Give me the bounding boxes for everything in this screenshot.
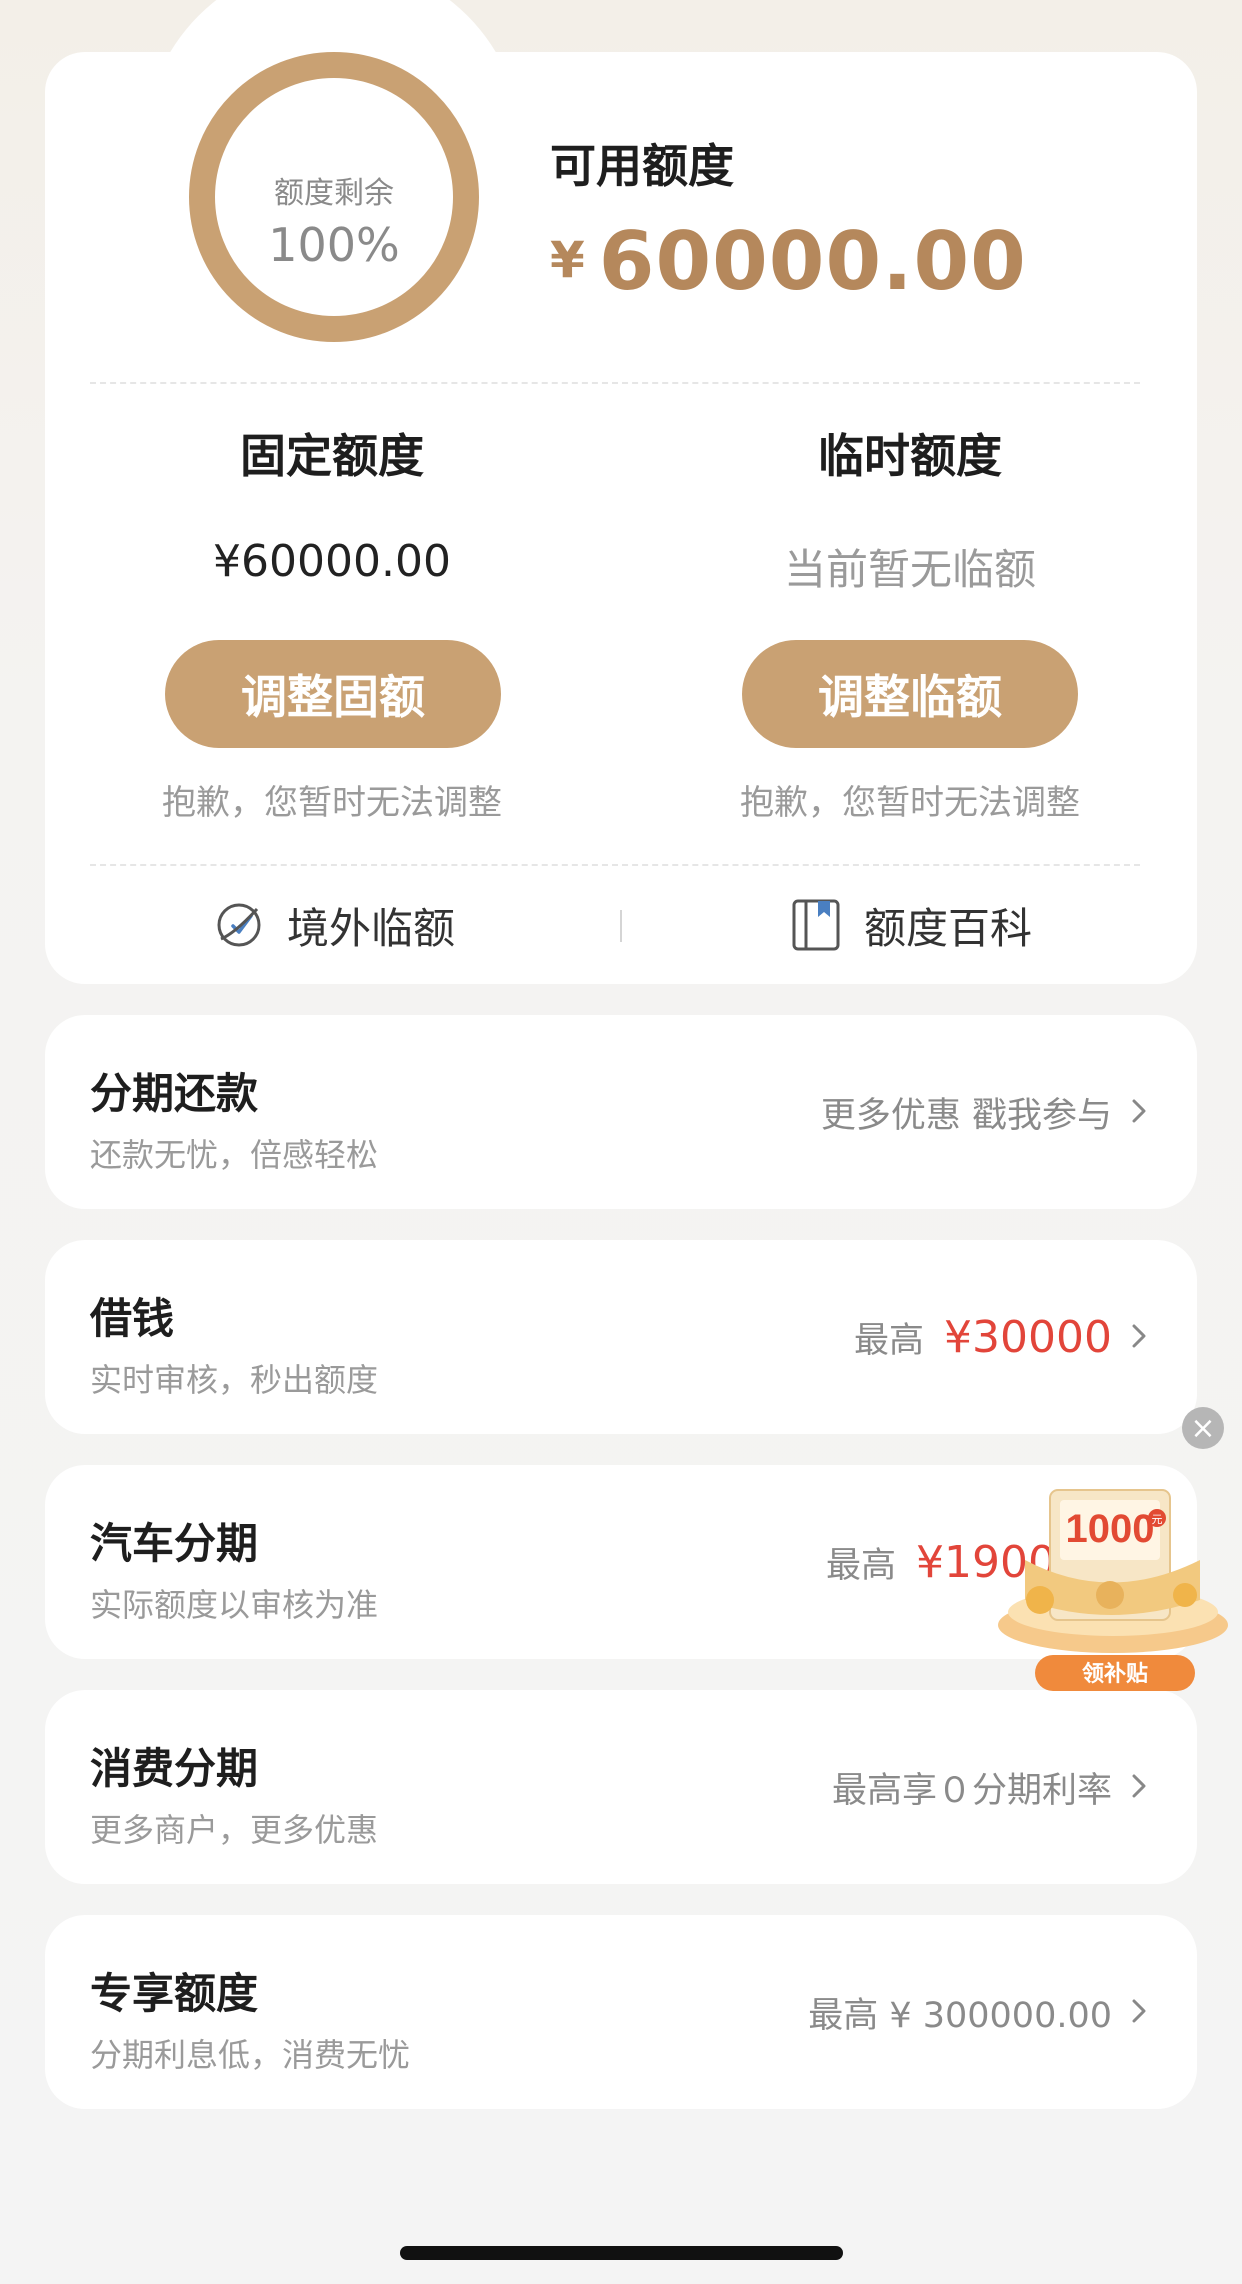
row-subtitle: 分期利息低，消费无忧 [90,2036,411,2074]
row-title: 消费分期 [90,1744,259,1793]
home-indicator [400,2246,843,2260]
max-amount-text: 最高 ¥ 300000.00 [808,1995,1112,2036]
ring-label: 额度剩余 [274,176,394,211]
book-icon [792,899,840,951]
available-amount-value: 60000.00 [598,215,1027,308]
divider [90,864,1140,866]
max-label: 最高 [854,1320,925,1361]
close-promo-button[interactable]: × [1182,1407,1224,1449]
row-title: 专享额度 [90,1969,259,2018]
max-label: 最高 [826,1545,897,1586]
available-quota-title: 可用额度 [550,139,734,193]
temporary-quota-note: 抱歉，您暂时无法调整 [740,783,1080,823]
fixed-quota-amount: ¥60000.00 [213,536,451,587]
row-subtitle: 还款无忧，倍感轻松 [90,1136,379,1174]
installment-repayment-row[interactable]: 分期还款 还款无忧，倍感轻松 更多优惠 戳我参与 [45,1015,1197,1209]
adjust-temporary-quota-button[interactable]: 调整临额 [742,640,1078,748]
promo-unit: 元 [1152,1513,1163,1526]
adjust-fixed-quota-button[interactable]: 调整固额 [165,640,501,748]
row-promo-text: 最高享０分期利率 [831,1770,1112,1811]
row-right-text: 最高享０分期利率 [832,1690,1112,1884]
row-subtitle: 实时审核，秒出额度 [90,1361,379,1399]
temporary-quota-status: 当前暂无临额 [783,545,1036,594]
remaining-quota-ring: 额度剩余 100% [189,52,479,342]
claim-subsidy-label: 领补贴 [1082,1661,1148,1687]
currency-symbol: ¥ [550,231,585,289]
ring-percent: 100% [268,218,400,272]
overseas-temp-quota-link[interactable]: 境外临额 [213,895,455,955]
available-quota-amount: ¥60000.00 [550,215,1027,308]
row-title: 借钱 [90,1294,175,1343]
promo-amount: 1000 [1066,1507,1155,1551]
row-title: 分期还款 [90,1069,259,1118]
fixed-quota-title: 固定额度 [240,429,424,483]
chevron-right-icon [1132,1999,1146,2023]
row-subtitle: 更多商户，更多优惠 [90,1811,379,1849]
chevron-right-icon [1132,1324,1146,1348]
row-promo-text: 更多优惠 戳我参与 [820,1095,1112,1136]
chevron-right-icon [1132,1099,1146,1123]
row-right-text: 更多优惠 戳我参与 [821,1015,1112,1209]
plane-globe-icon [217,903,261,947]
quota-encyclopedia-link[interactable]: 额度百科 [790,895,1032,955]
row-title: 汽车分期 [90,1519,259,1568]
max-amount: ¥30000 [944,1311,1112,1363]
quota-encyclopedia-label: 额度百科 [864,903,1033,953]
row-right-text: 最高 ¥ 300000.00 [808,1915,1112,2109]
consumer-installment-row[interactable]: 消费分期 更多商户，更多优惠 最高享０分期利率 [45,1690,1197,1884]
fixed-quota-note: 抱歉，您暂时无法调整 [162,783,502,823]
temporary-quota-title: 临时额度 [818,429,1002,483]
row-subtitle: 实际额度以审核为准 [90,1586,379,1624]
divider [90,382,1140,384]
overseas-temp-quota-label: 境外临额 [287,903,456,953]
exclusive-quota-row[interactable]: 专享额度 分期利息低，消费无忧 最高 ¥ 300000.00 [45,1915,1197,2109]
link-separator [620,910,622,942]
chevron-right-icon [1132,1774,1146,1798]
